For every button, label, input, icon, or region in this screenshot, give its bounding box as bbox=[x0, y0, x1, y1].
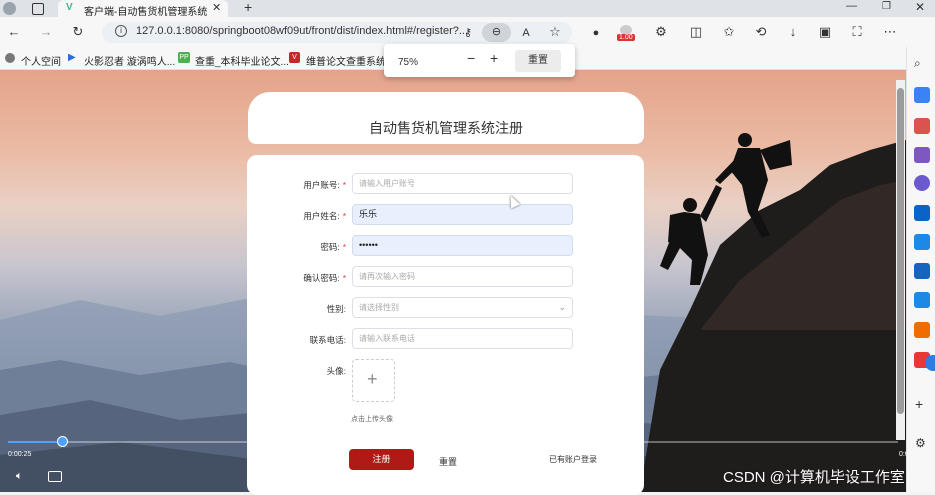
phone-input[interactable]: 请输入联系电话 bbox=[352, 328, 573, 349]
close-window-icon[interactable]: ✕ bbox=[915, 0, 925, 14]
gender-placeholder: 请选择性别 bbox=[359, 303, 399, 312]
label-avatar: 头像: bbox=[326, 366, 346, 376]
vue-logo-icon: V bbox=[66, 2, 73, 13]
label-name-text: 用户姓名: bbox=[303, 211, 340, 221]
name-input[interactable]: 乐乐 bbox=[352, 204, 573, 225]
zoom-value: 75% bbox=[398, 57, 419, 68]
bookmark-arrow-icon: ▶ bbox=[68, 52, 76, 63]
split-screen-icon[interactable]: ◫ bbox=[687, 23, 705, 41]
bookmark-4[interactable]: 维普论文查重系统 bbox=[306, 53, 386, 68]
video-progress-track[interactable] bbox=[8, 441, 898, 443]
tab-active[interactable]: V 客户端-自动售货机管理系统 ✕ bbox=[58, 0, 228, 18]
label-phone-text: 联系电话: bbox=[309, 335, 346, 345]
label-gender: 性别: bbox=[250, 303, 346, 315]
minimize-icon[interactable]: — bbox=[846, 0, 857, 12]
password-input[interactable]: •••••• bbox=[352, 235, 573, 256]
sidebar-collapse-icon[interactable] bbox=[925, 355, 935, 371]
rewind-icon[interactable]: ⟲ bbox=[428, 468, 438, 482]
vip-icon: V bbox=[289, 52, 300, 63]
url-text: 127.0.0.1:8080/springboot08wf09ut/front/… bbox=[136, 25, 469, 37]
required-mark: * bbox=[342, 180, 346, 190]
sidebar-c-icon[interactable] bbox=[914, 322, 930, 338]
scrollbar-thumb[interactable] bbox=[897, 88, 904, 414]
zoom-icon[interactable]: ⊖ bbox=[482, 23, 511, 42]
required-mark: * bbox=[342, 273, 346, 283]
restore-icon[interactable]: ❐ bbox=[882, 1, 891, 12]
puzzle-icon[interactable]: ⚙ bbox=[652, 23, 670, 41]
gender-select[interactable]: 请选择性别 ⌄ bbox=[352, 297, 573, 318]
bookmark-2[interactable]: 火影忍者 漩涡鸣人... bbox=[84, 53, 175, 68]
sidebar-game-icon[interactable] bbox=[914, 263, 930, 279]
zoom-badge: 1.00 bbox=[617, 34, 635, 41]
plus-icon: + bbox=[367, 369, 378, 389]
close-tab-icon[interactable]: ✕ bbox=[212, 1, 221, 14]
volume-icon[interactable]: 🔈︎ bbox=[16, 470, 23, 483]
favorites-icon[interactable]: ✩ bbox=[720, 23, 738, 41]
label-username-text: 用户账号: bbox=[303, 180, 340, 190]
read-aloud-icon[interactable]: A bbox=[517, 24, 535, 42]
profile-icon[interactable] bbox=[3, 2, 16, 15]
history-icon[interactable]: ⟲ bbox=[752, 23, 770, 41]
extension-badge[interactable]: 1.00 bbox=[617, 25, 637, 43]
tab-actions-icon[interactable] bbox=[32, 3, 44, 15]
sidebar-send-icon[interactable] bbox=[914, 234, 930, 250]
label-gender-text: 性别: bbox=[326, 304, 346, 314]
label-password: 密码: * bbox=[250, 241, 346, 253]
bookmark-1[interactable]: 个人空间 bbox=[21, 53, 61, 68]
site-info-icon[interactable]: i bbox=[115, 25, 127, 37]
play-icon[interactable]: ▷ bbox=[460, 468, 469, 482]
chevron-down-icon: ⌄ bbox=[558, 302, 566, 312]
avatar-hint: 点击上传头像 bbox=[351, 416, 393, 423]
page-title: 自动售货机管理系统注册 bbox=[369, 120, 523, 136]
avatar-upload[interactable]: + bbox=[352, 359, 395, 402]
sidebar-copilot-icon[interactable] bbox=[914, 175, 930, 191]
tab-title: 客户端-自动售货机管理系统 bbox=[84, 7, 208, 18]
label-password-text: 密码: bbox=[320, 242, 340, 252]
label-phone: 联系电话: bbox=[250, 334, 346, 346]
key-icon[interactable]: ⚷ bbox=[459, 24, 477, 42]
sidebar-search-icon[interactable]: ⌕ bbox=[914, 56, 921, 71]
download-icon[interactable]: ↓ bbox=[784, 23, 802, 41]
confirm-password-input[interactable]: 请再次输入密码 bbox=[352, 266, 573, 287]
subtitle-icon[interactable] bbox=[48, 471, 62, 482]
reset-button[interactable]: 重置 bbox=[439, 455, 457, 468]
extension-icon[interactable]: ● bbox=[587, 24, 605, 42]
collections-icon[interactable]: ▣ bbox=[816, 23, 834, 41]
register-button[interactable]: 注册 bbox=[349, 449, 414, 470]
sidebar-tag-icon[interactable] bbox=[914, 87, 930, 103]
required-mark: * bbox=[342, 211, 346, 221]
sidebar-people-icon[interactable] bbox=[914, 147, 930, 163]
username-input[interactable]: 请输入用户账号 bbox=[352, 173, 573, 194]
pp-icon: PP bbox=[178, 52, 190, 63]
back-icon[interactable]: ← bbox=[5, 23, 23, 41]
sidebar-settings-icon[interactable]: ⚙ bbox=[915, 436, 926, 450]
label-username: 用户账号: * bbox=[250, 179, 346, 191]
favorite-star-icon[interactable]: ☆ bbox=[546, 23, 564, 41]
login-link[interactable]: 已有账户登录 bbox=[549, 454, 597, 465]
sidebar-add-icon[interactable]: + bbox=[915, 396, 923, 412]
forward-icon[interactable]: → bbox=[37, 23, 55, 41]
label-confirm-text: 确认密码: bbox=[303, 273, 340, 283]
sidebar-translate-icon[interactable] bbox=[914, 292, 930, 308]
zoom-in-icon[interactable]: + bbox=[490, 50, 498, 66]
reload-icon[interactable]: ↻ bbox=[69, 23, 87, 41]
video-progress-handle[interactable] bbox=[57, 436, 68, 447]
bookmark-3[interactable]: 查重_本科毕业论文... bbox=[195, 53, 289, 68]
video-progress-fill bbox=[8, 441, 64, 443]
video-elapsed: 0:00:25 bbox=[8, 451, 32, 458]
watermark: CSDN @计算机毕设工作室 bbox=[723, 469, 905, 486]
globe-icon bbox=[5, 53, 15, 63]
more-menu-icon[interactable]: ⋯ bbox=[881, 23, 899, 41]
forward-skip-icon[interactable]: ⟳ bbox=[491, 468, 501, 482]
screenshot-icon[interactable]: ⛶ bbox=[848, 23, 866, 41]
zoom-out-icon[interactable]: − bbox=[467, 50, 475, 66]
required-mark: * bbox=[342, 242, 346, 252]
sidebar-bag-icon[interactable] bbox=[914, 118, 930, 134]
zoom-reset-button[interactable]: 重置 bbox=[515, 50, 561, 72]
new-tab-icon[interactable]: + bbox=[244, 0, 252, 15]
label-name: 用户姓名: * bbox=[250, 210, 346, 222]
sidebar-outlook-icon[interactable] bbox=[914, 205, 930, 221]
label-confirm-password: 确认密码: * bbox=[250, 272, 346, 284]
